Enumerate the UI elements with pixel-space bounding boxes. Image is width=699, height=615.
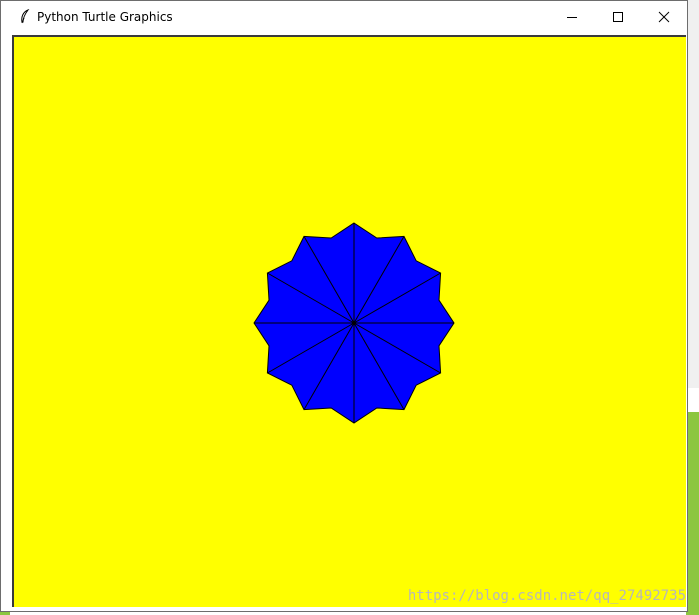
turtle-center-dot [352, 321, 356, 325]
watermark: https://blog.csdn.net/qq_27492735 [407, 588, 686, 604]
turtle-drawing [253, 222, 455, 424]
turtle-canvas[interactable]: https://blog.csdn.net/qq_27492735 [12, 35, 686, 607]
title-bar[interactable]: Python Turtle Graphics [1, 1, 687, 32]
feather-icon [17, 9, 33, 25]
close-button[interactable] [641, 1, 687, 32]
close-icon [658, 11, 670, 22]
minimize-icon [567, 16, 577, 18]
minimize-button[interactable] [549, 1, 595, 32]
maximize-button[interactable] [595, 1, 641, 32]
turtle-window: Python Turtle Graphics https://blog.csdn… [0, 0, 688, 612]
window-title: Python Turtle Graphics [37, 9, 173, 24]
maximize-icon [613, 11, 623, 22]
